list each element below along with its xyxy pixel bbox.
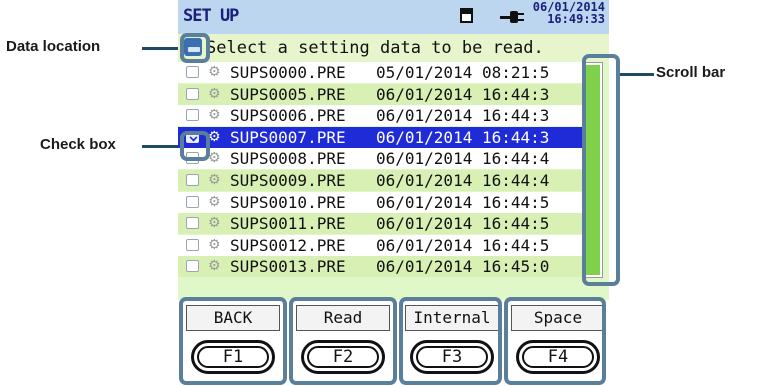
highlight-data-location [180,33,210,63]
file-name: SUPS0013.PRE [230,257,346,277]
highlight-check-box [180,131,210,161]
screen-title: SET UP [183,6,239,26]
file-name: SUPS0012.PRE [230,235,346,255]
gear-icon: ⚙ [208,215,221,232]
file-name: SUPS0005.PRE [230,84,346,104]
gear-icon: ⚙ [208,236,221,253]
checkbox-icon[interactable] [186,238,199,251]
file-row[interactable]: ⚙ SUPS0006.PRE 06/01/2014 16:44:3 [178,105,582,127]
callout-line-check-box [142,145,182,148]
prompt-text: Select a setting data to be read. [206,38,544,58]
callout-scroll-bar: Scroll bar [656,64,726,81]
file-datetime: 06/01/2014 16:44:5 [376,214,550,234]
checkbox-icon[interactable] [186,174,199,186]
gear-icon: ⚙ [208,258,221,275]
file-row[interactable]: ⚙ SUPS0005.PRE 06/01/2014 16:44:3 [178,83,582,105]
checkbox-icon[interactable] [186,66,199,78]
gear-icon: ⚙ [208,172,221,188]
file-row[interactable]: ⚙ SUPS0012.PRE 06/01/2014 16:44:5 [178,234,582,256]
file-datetime: 05/01/2014 08:21:5 [376,63,550,82]
title-bar: SET UP 06/01/2014 16:49:33 [178,0,609,34]
file-name: SUPS0006.PRE [230,106,346,126]
highlight-f3 [399,297,502,385]
highlight-f4 [504,297,606,385]
gear-icon: ⚙ [208,107,221,124]
time-text: 16:49:33 [547,12,605,26]
file-name: SUPS0011.PRE [230,214,346,234]
checkbox-icon[interactable] [186,260,199,273]
file-row[interactable]: ⚙ SUPS0008.PRE 06/01/2014 16:44:4 [178,148,582,170]
highlight-scroll-bar [582,54,620,286]
callout-data-location: Data location [6,38,101,55]
checkbox-icon[interactable] [186,217,199,230]
file-name: SUPS0000.PRE [230,63,346,82]
gear-icon: ⚙ [208,193,221,210]
file-row[interactable]: ⚙ SUPS0011.PRE 06/01/2014 16:44:5 [178,213,582,235]
plug-icon [500,11,524,23]
file-name: SUPS0007.PRE [230,127,346,147]
checkbox-icon[interactable] [186,109,199,122]
gear-icon: ⚙ [208,85,221,102]
file-row[interactable]: ⚙ SUPS0000.PRE 05/01/2014 08:21:5 [178,62,582,83]
callout-line-scroll-bar [618,73,654,76]
card-icon [460,8,473,23]
file-datetime: 06/01/2014 16:44:3 [376,127,550,147]
checkbox-icon[interactable] [186,87,199,100]
prompt-row: Select a setting data to be read. [178,34,609,61]
setup-screen: SET UP 06/01/2014 16:49:33 Select a sett… [178,0,609,300]
highlight-f2 [289,297,397,385]
gear-icon: ⚙ [208,64,221,80]
file-row[interactable]: ⚙ SUPS0013.PRE 06/01/2014 16:45:0 [178,256,582,278]
highlight-f1 [179,297,287,385]
file-row[interactable]: ⚙ SUPS0009.PRE 06/01/2014 16:44:4 [178,170,582,191]
file-row[interactable]: ⚙ SUPS0010.PRE 06/01/2014 16:44:5 [178,191,582,213]
file-datetime: 06/01/2014 16:44:5 [376,235,550,255]
file-datetime: 06/01/2014 16:44:4 [376,149,550,169]
file-name: SUPS0008.PRE [230,149,346,169]
file-name: SUPS0009.PRE [230,171,346,190]
file-datetime: 06/01/2014 16:45:0 [376,257,550,277]
file-row[interactable]: ⚙ SUPS0007.PRE 06/01/2014 16:44:3 [178,126,582,148]
datetime-display: 06/01/2014 16:49:33 [529,1,605,25]
file-datetime: 06/01/2014 16:44:3 [376,106,550,126]
callout-check-box: Check box [40,136,116,153]
file-name: SUPS0010.PRE [230,192,346,212]
file-datetime: 06/01/2014 16:44:5 [376,192,550,212]
file-datetime: 06/01/2014 16:44:4 [376,171,550,190]
callout-line-data-location [142,47,182,50]
checkbox-icon[interactable] [186,195,199,208]
file-datetime: 06/01/2014 16:44:3 [376,84,550,104]
